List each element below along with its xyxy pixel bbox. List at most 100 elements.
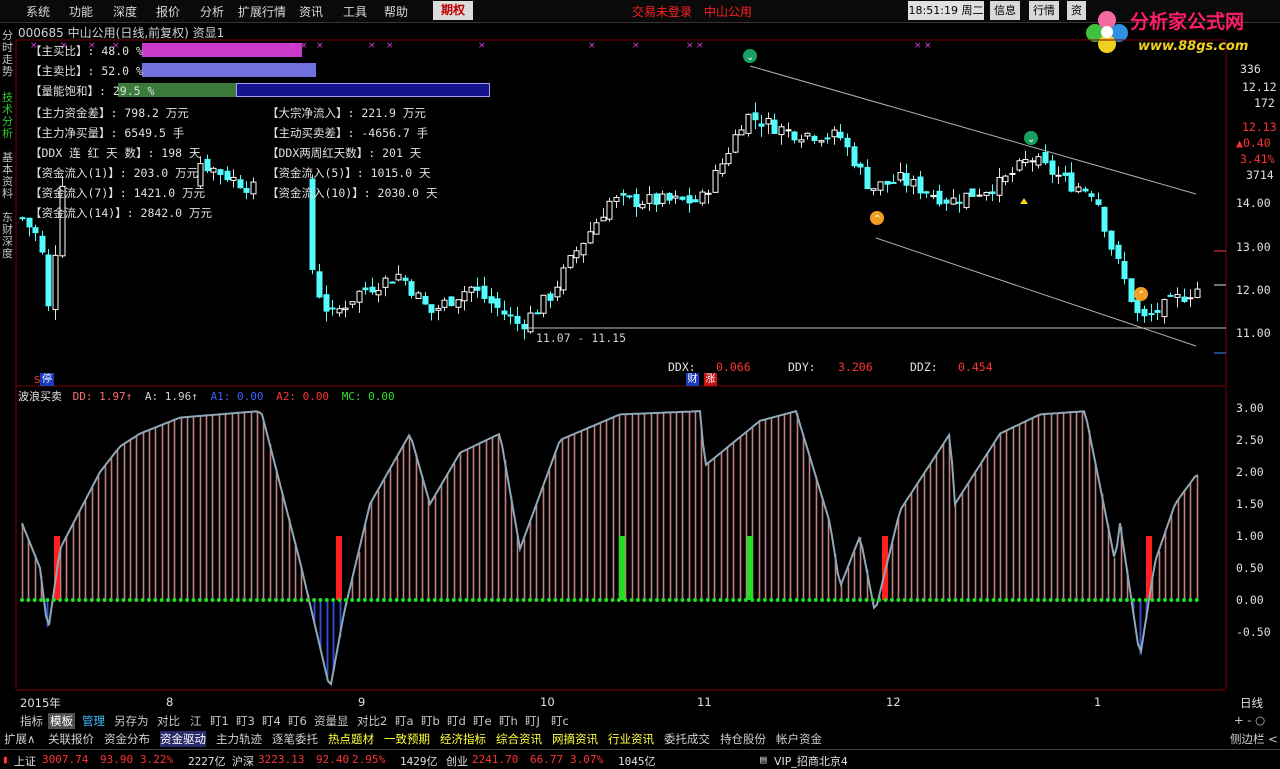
liangneng-bar-rest bbox=[236, 83, 490, 97]
zero-dot bbox=[394, 598, 399, 602]
bm-positions[interactable]: 持仓股份 bbox=[720, 731, 766, 747]
tab-template[interactable]: 模板 bbox=[48, 713, 75, 729]
tk-cy-name[interactable]: 创业 bbox=[446, 753, 468, 769]
tab-dingj[interactable]: 盯J bbox=[525, 713, 540, 729]
zero-dot bbox=[39, 598, 44, 602]
bm-order-detail[interactable]: 逐笔委托 bbox=[272, 731, 318, 747]
zero-dot bbox=[286, 598, 291, 602]
bm-main-track[interactable]: 主力轨迹 bbox=[216, 731, 262, 747]
candle-body bbox=[923, 191, 930, 194]
indicator-dd: DD: 1.97↑ bbox=[72, 390, 133, 403]
zhumai2-bar bbox=[142, 63, 316, 77]
candle-body bbox=[791, 131, 798, 141]
sidebar-toggle[interactable]: 侧边栏 < bbox=[1230, 731, 1278, 747]
zero-dot bbox=[616, 598, 621, 602]
zero-dot bbox=[813, 598, 818, 602]
candle-body bbox=[32, 227, 39, 234]
zero-dot bbox=[477, 598, 482, 602]
zero-dot bbox=[172, 598, 177, 602]
tab-dingh[interactable]: 盯h bbox=[499, 713, 518, 729]
candle-body bbox=[1108, 230, 1115, 250]
zero-dot bbox=[356, 598, 361, 602]
warning-triangle-icon bbox=[1020, 198, 1028, 204]
bm-fund-dist[interactable]: 资金分布 bbox=[104, 731, 150, 747]
tab-controls[interactable]: + - ○ bbox=[1234, 713, 1265, 727]
bm-related-quote[interactable]: 关联报价 bbox=[48, 731, 94, 747]
candle-body bbox=[422, 296, 429, 305]
bm-hot-topic[interactable]: 热点题材 bbox=[328, 731, 374, 747]
tab-manage[interactable]: 管理 bbox=[82, 713, 105, 729]
zero-dot bbox=[407, 598, 412, 602]
cai-badge[interactable]: 财 bbox=[686, 373, 699, 386]
bm-trades[interactable]: 委托成交 bbox=[664, 731, 710, 747]
zhang-badge[interactable]: 涨 bbox=[704, 373, 717, 386]
candle-body bbox=[752, 112, 759, 121]
zero-dot bbox=[718, 598, 723, 602]
candle-body bbox=[910, 179, 917, 187]
zero-dot bbox=[940, 598, 945, 602]
candle-body bbox=[369, 286, 376, 293]
candle-body bbox=[613, 197, 620, 202]
bm-fund-drive[interactable]: 资金驱动 bbox=[160, 731, 206, 747]
info2-line-1: 【大宗净流入】: 221.9 万元 bbox=[267, 106, 426, 120]
candle-body bbox=[580, 242, 587, 256]
tab-ding1[interactable]: 盯1 bbox=[210, 713, 229, 729]
zero-dot bbox=[978, 598, 983, 602]
ind-tick-4: 1.00 bbox=[1236, 529, 1264, 543]
bm-industry-news[interactable]: 行业资讯 bbox=[608, 731, 654, 747]
candle-body bbox=[1029, 160, 1036, 163]
signal-marker: × bbox=[924, 41, 932, 51]
indicator-name[interactable]: 波浪买卖 bbox=[18, 390, 62, 403]
bm-expand[interactable]: 扩展∧ bbox=[4, 731, 35, 747]
bm-consensus[interactable]: 一致预期 bbox=[384, 731, 430, 747]
zero-dot bbox=[648, 598, 653, 602]
rp-v1: 336 bbox=[1240, 62, 1261, 76]
tab-dingb[interactable]: 盯b bbox=[421, 713, 440, 729]
tab-dingc[interactable]: 盯c bbox=[551, 713, 569, 729]
ind-tick-1: 2.50 bbox=[1236, 433, 1264, 447]
zero-dot bbox=[712, 598, 717, 602]
candle-body bbox=[1022, 159, 1029, 164]
candle-body bbox=[653, 193, 660, 205]
candle-body bbox=[620, 193, 627, 196]
zero-dot bbox=[178, 598, 183, 602]
signal-badge-glyph: ⌃ bbox=[1137, 290, 1145, 301]
tab-saveas[interactable]: 另存为 bbox=[114, 713, 149, 729]
ting-badge[interactable]: 停 bbox=[40, 373, 54, 386]
period-label[interactable]: 日线 bbox=[1240, 695, 1263, 711]
bm-general-news[interactable]: 综合资讯 bbox=[496, 731, 542, 747]
tab-compare[interactable]: 对比 bbox=[157, 713, 180, 729]
tk-sh-up-icon: ▮ bbox=[2, 753, 9, 766]
bm-account[interactable]: 帐户资金 bbox=[776, 731, 822, 747]
candle-body bbox=[831, 129, 838, 138]
bm-web-news[interactable]: 网摘资讯 bbox=[552, 731, 598, 747]
candle-body bbox=[1075, 186, 1082, 193]
tab-ding3[interactable]: 盯3 bbox=[236, 713, 255, 729]
tk-sh-name[interactable]: 上证 bbox=[14, 753, 36, 769]
tab-jiang[interactable]: 江 bbox=[190, 713, 202, 729]
tab-dinga[interactable]: 盯a bbox=[395, 713, 414, 729]
ddz-value: 0.454 bbox=[958, 360, 993, 374]
candle-body bbox=[666, 192, 673, 201]
zero-dot bbox=[832, 598, 837, 602]
tab-dinge[interactable]: 盯e bbox=[473, 713, 492, 729]
candle-body bbox=[1187, 297, 1194, 300]
tk-server[interactable]: VIP_招商北京4 bbox=[774, 753, 848, 769]
zero-dot bbox=[401, 598, 405, 602]
candle-body bbox=[930, 194, 937, 198]
tab-ding6[interactable]: 盯6 bbox=[288, 713, 307, 729]
candle-body bbox=[224, 170, 231, 181]
indicator-mc: MC: 0.00 bbox=[341, 390, 395, 403]
tab-indicator[interactable]: 指标 bbox=[20, 713, 43, 729]
tab-ding4[interactable]: 盯4 bbox=[262, 713, 281, 729]
zero-dot bbox=[845, 598, 850, 602]
zero-dot bbox=[305, 598, 310, 602]
tab-ziliangxian[interactable]: 资量显 bbox=[314, 713, 349, 729]
candle-body bbox=[884, 180, 891, 185]
zero-dot bbox=[534, 598, 539, 602]
bm-econ-index[interactable]: 经济指标 bbox=[440, 731, 486, 747]
tk-hs-name[interactable]: 沪深 bbox=[232, 753, 254, 769]
candle-body bbox=[540, 294, 547, 314]
tab-dingd[interactable]: 盯d bbox=[447, 713, 466, 729]
tab-compare2[interactable]: 对比2 bbox=[357, 713, 387, 729]
